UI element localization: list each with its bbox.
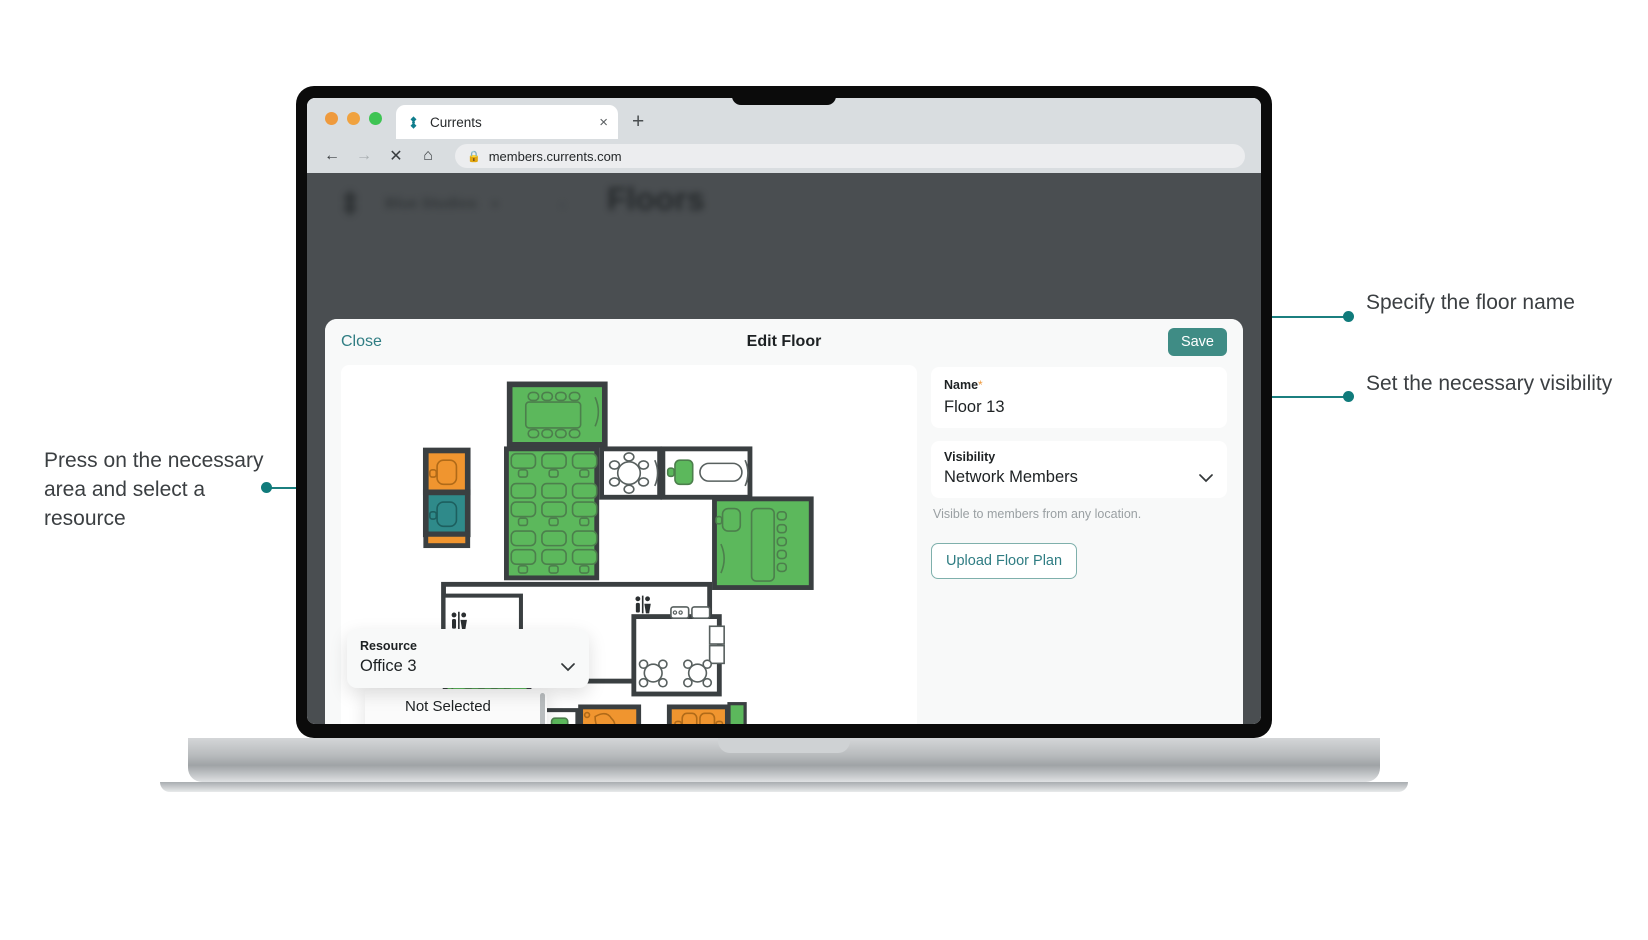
currents-favicon-icon [406,115,421,130]
upload-floor-plan-button[interactable]: Upload Floor Plan [931,543,1078,579]
app-logo-icon [335,187,365,217]
laptop-notch [732,86,836,105]
resource-selected-value[interactable]: Office 3 [360,657,576,676]
maximize-window-icon[interactable] [369,112,382,125]
app-background: Blue Studios ▾ › Floors Close Edit Floor… [307,173,1261,724]
annotation-right-visibility: Set the necessary visibility [1366,372,1613,395]
modal-title: Edit Floor [746,333,822,350]
home-icon[interactable]: ⌂ [419,147,437,165]
required-asterisk: * [978,378,983,392]
lock-icon: 🔒 [467,150,481,163]
annotation-right-name: Specify the floor name [1366,291,1575,314]
tab-close-icon[interactable]: × [599,115,608,130]
tab-title: Currents [430,114,482,130]
laptop-screen-bezel: Currents × + ← → ✕ ⌂ 🔒 members.currents.… [296,86,1272,738]
laptop-base [188,738,1380,782]
annotation-left: Press on the necessary area and select a… [44,449,264,530]
workspace-chevron-down-icon: ▾ [492,197,499,211]
visibility-value[interactable]: Network Members [944,468,1214,487]
page-title: Floors [607,181,705,217]
browser-toolbar: ← → ✕ ⌂ 🔒 members.currents.com [307,139,1261,173]
name-label: Name* [944,378,983,392]
visibility-label: Visibility [944,450,996,464]
dropdown-scrollbar[interactable] [540,693,545,724]
name-field[interactable]: Name* Floor 13 [931,367,1227,428]
address-bar[interactable]: 🔒 members.currents.com [455,144,1245,168]
name-input[interactable]: Floor 13 [944,398,1214,417]
resource-dropdown-list[interactable]: Not Selected ✓ Office 3 Lounge Zone 1 Sm… [365,689,547,724]
floor-settings-panel: Name* Floor 13 Visibility Network Member… [931,365,1227,724]
screen-content: Currents × + ← → ✕ ⌂ 🔒 members.currents.… [307,98,1261,724]
edit-floor-modal: Close Edit Floor Save Name* Floor 13 Vis… [325,319,1243,724]
save-button[interactable]: Save [1167,328,1227,356]
forward-icon[interactable]: → [355,147,373,165]
stop-icon[interactable]: ✕ [387,146,405,166]
browser-tab-currents[interactable]: Currents × [396,105,618,139]
leader-dot-left [261,482,272,493]
dropdown-option-label: Not Selected [405,698,491,716]
back-icon[interactable]: ← [323,147,341,165]
leader-dot-visibility [1343,391,1354,402]
resource-popover[interactable]: Resource Office 3 [347,629,589,688]
resource-chevron-down-icon[interactable] [561,659,575,675]
close-window-icon[interactable] [325,112,338,125]
illustration-canvas: Press on the necessary area and select a… [0,0,1648,940]
visibility-field[interactable]: Visibility Network Members [931,441,1227,498]
laptop-foot [160,782,1408,792]
breadcrumb-separator: › [560,196,565,212]
visibility-helper-text: Visible to members from any location. [933,507,1142,521]
workspace-name: Blue Studios [385,195,477,212]
resource-label: Resource [360,639,417,653]
new-tab-button[interactable]: + [632,110,644,134]
window-traffic-lights[interactable] [321,98,396,139]
modal-header: Close Edit Floor Save [325,319,1243,365]
dropdown-option-not-selected[interactable]: Not Selected [365,689,547,724]
minimize-window-icon[interactable] [347,112,360,125]
chevron-down-icon[interactable] [1199,470,1213,486]
leader-dot-name [1343,311,1354,322]
address-bar-url: members.currents.com [488,148,622,164]
browser-chrome: Currents × + ← → ✕ ⌂ 🔒 members.currents.… [307,98,1261,173]
